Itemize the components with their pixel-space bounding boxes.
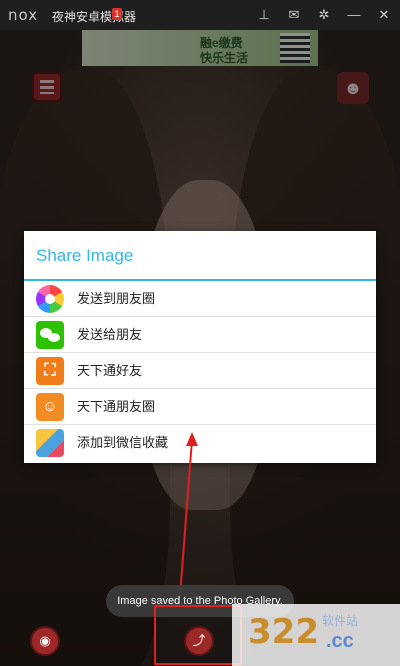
close-icon[interactable]: ✕ [376, 7, 392, 23]
camera-button[interactable]: ◉ [30, 626, 60, 656]
pin-icon[interactable]: ⊥ [256, 7, 272, 23]
share-item-wechat-friend[interactable]: 发送给朋友 [24, 317, 376, 353]
watermark-site: 软件站 [322, 614, 359, 628]
share-image-dialog: Share Image 发送到朋友圈 发送给朋友 ⛶ 天下通好友 ☺ 天下通朋友… [24, 231, 376, 463]
share-item-label: 发送到朋友圈 [77, 291, 156, 306]
android-screen: 融e缴费 快乐生活 ☻ Share Image 发送到朋友圈 发送给朋友 ⛶ 天… [0, 30, 400, 666]
share-item-wechat-moments[interactable]: 发送到朋友圈 [24, 281, 376, 317]
tianxiatong-moments-icon: ☺ [36, 393, 64, 421]
nox-logo: nox [8, 6, 39, 24]
app-title: 夜神安卓模拟器 [52, 10, 137, 24]
share-item-label: 添加到微信收藏 [77, 435, 169, 450]
emulator-title-bar: nox 夜神安卓模拟器 1 ⊥ ✉ ✲ — ✕ [0, 0, 400, 30]
wechat-favorites-icon [36, 429, 64, 457]
wechat-icon [36, 321, 64, 349]
wechat-moments-icon [36, 285, 64, 313]
mail-icon[interactable]: ✉ [286, 7, 302, 23]
settings-icon[interactable]: ✲ [316, 7, 332, 23]
watermark-number: 322 [248, 612, 319, 652]
share-button[interactable]: ⤴ [184, 626, 214, 656]
share-item-tianxiatong-moments[interactable]: ☺ 天下通朋友圈 [24, 389, 376, 425]
minimize-icon[interactable]: — [346, 7, 362, 23]
share-item-label: 天下通好友 [77, 363, 143, 378]
share-item-wechat-favorites[interactable]: 添加到微信收藏 [24, 425, 376, 461]
share-item-label: 天下通朋友圈 [77, 399, 156, 414]
share-item-tianxiatong-friends[interactable]: ⛶ 天下通好友 [24, 353, 376, 389]
window-controls: ⊥ ✉ ✲ — ✕ [256, 7, 392, 23]
watermark-domain: .cc [326, 630, 354, 652]
tianxiatong-friends-icon: ⛶ [36, 357, 64, 385]
dialog-title: Share Image [24, 231, 376, 281]
share-item-label: 发送给朋友 [77, 327, 143, 342]
notification-badge[interactable]: 1 [112, 8, 122, 20]
